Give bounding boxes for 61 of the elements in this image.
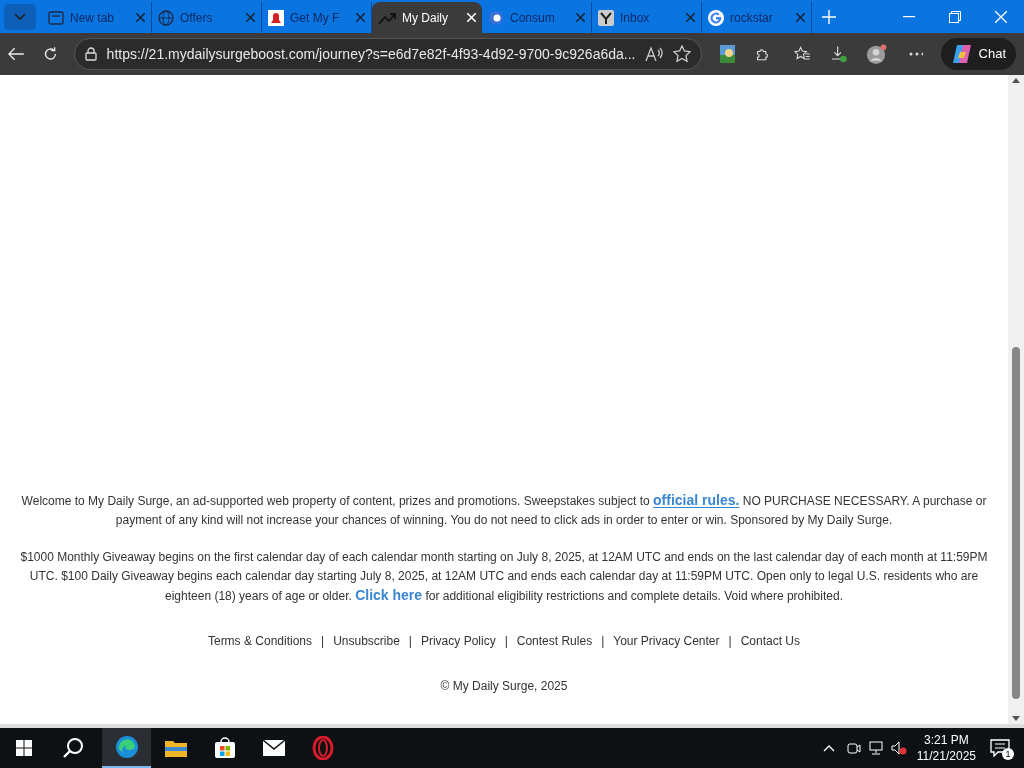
footer-link[interactable]: Privacy Policy: [420, 632, 496, 650]
favorites-icon[interactable]: [794, 45, 811, 63]
back-icon[interactable]: [8, 46, 25, 62]
separator-text: |: [728, 633, 732, 650]
swirl-logo-icon: [488, 9, 504, 26]
scroll-up-icon[interactable]: [1012, 77, 1020, 83]
taskbar-app-button[interactable]: [102, 728, 151, 768]
footer-link[interactable]: Contest Rules: [516, 632, 593, 650]
meet-icon[interactable]: [846, 741, 861, 755]
more-icon[interactable]: [909, 52, 923, 56]
chat-button[interactable]: Chat: [940, 38, 1016, 70]
network-icon[interactable]: [868, 741, 885, 755]
read-aloud-icon[interactable]: [645, 46, 664, 62]
notification-badge: 1: [1002, 748, 1014, 760]
chevron-down-icon: [14, 12, 26, 21]
mail-envelope-icon: [261, 739, 286, 757]
new-tab-icon[interactable]: [822, 9, 836, 24]
link[interactable]: official rules.: [653, 492, 740, 508]
footer-link[interactable]: Terms & Conditions: [207, 632, 312, 650]
profile-avatar-icon[interactable]: [865, 41, 888, 67]
lock-icon: [84, 47, 97, 61]
new-tab-page-icon: [48, 9, 64, 26]
search-icon[interactable]: [62, 737, 84, 759]
disclaimer-paragraph: $1000 Monthly Giveaway begins on the first calendar day of each calendar month starting on July 8, 2025, at 12AM UTC and ends on the last calendar day of each month at 11:59PM UTC. $100 Daily Giveaway begins each calendar day starting July 8, 2025, at 12AM UTC and ends each calendar day at 11:59PM UTC. Open only to legal U.S. residents who are eighteen (18) years of age or older. Click here for additional eligibility restrictions and complete details. Void where prohibited.: [19, 549, 989, 605]
scrollbar[interactable]: [1008, 75, 1024, 724]
folder-icon: [163, 738, 188, 758]
g-logo-icon: [708, 9, 724, 26]
disclaimer-paragraph: Welcome to My Daily Surge, an ad-supported web property of content, prizes and promotions. Sweepstakes subject to official rules. NO PURCHASE NECESSARY. A purchase or payment of any kind will not increase your chances of winning. You do not need to click ads in order to enter or win. Sponsored by My Daily Surge.: [20, 491, 988, 529]
clock[interactable]: 3:21 PM 11/21/2025: [916, 732, 976, 764]
restore-icon[interactable]: [949, 10, 961, 23]
bell-icon: [268, 9, 284, 26]
favorite-star-icon[interactable]: [673, 45, 692, 63]
opera-ring-icon: [311, 736, 334, 760]
store-bag-icon: [213, 737, 236, 759]
separator-text: |: [408, 633, 412, 650]
copilot-icon: [950, 43, 973, 65]
downloads-icon[interactable]: [831, 44, 848, 64]
globe-icon: [158, 9, 174, 26]
windows-start-icon[interactable]: [16, 740, 32, 756]
image-extension-icon[interactable]: [720, 45, 736, 63]
scroll-down-icon[interactable]: [1012, 716, 1020, 722]
footer-link[interactable]: Contact Us: [740, 632, 801, 650]
footer-link[interactable]: Your Privacy Center: [613, 632, 720, 650]
refresh-icon[interactable]: [42, 45, 58, 63]
browser-tab[interactable]: My Daily: [372, 2, 482, 33]
chevron-up-icon[interactable]: [822, 744, 835, 752]
tab-actions-button[interactable]: [4, 3, 36, 30]
copyright-text: © My Daily Surge, 2025: [440, 678, 568, 695]
address-bar[interactable]: https://21.mydailysurgeboost.com/journey?s=e6d7e82f-4f93-4d92-9700-9c926a6da...: [73, 38, 703, 70]
footer-link[interactable]: Unsubscribe: [333, 632, 400, 650]
y-logo-icon: [598, 9, 614, 26]
link[interactable]: Click here: [355, 587, 423, 603]
separator-text: |: [321, 633, 325, 650]
url-text: https://21.mydailysurgeboost.com/journey?s=e6d7e82f-4f93-4d92-9700-9c926a6da...: [106, 44, 636, 64]
trend-arrow-icon: [378, 10, 396, 25]
minimize-icon[interactable]: [903, 15, 915, 18]
separator-text: |: [601, 633, 605, 650]
edge-browser-icon: [114, 735, 139, 759]
close-icon[interactable]: [995, 10, 1007, 23]
muted-speaker-icon[interactable]: [890, 741, 907, 755]
separator-text: |: [504, 633, 508, 650]
